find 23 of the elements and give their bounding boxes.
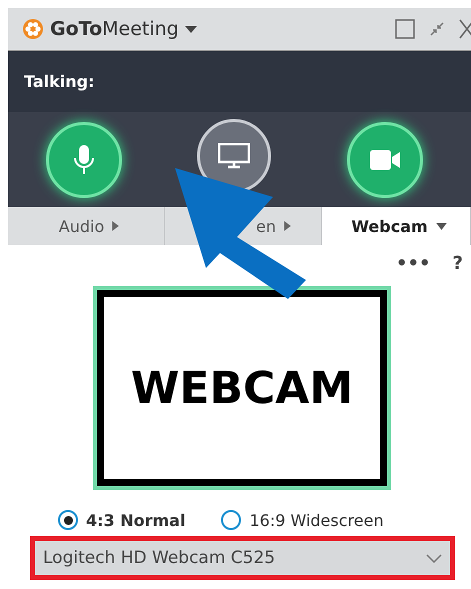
- caret-right-icon: [284, 221, 291, 231]
- microphone-icon: [72, 144, 95, 176]
- microphone-button[interactable]: [46, 122, 122, 198]
- logo-icon: [22, 18, 44, 40]
- help-button[interactable]: ?: [452, 252, 463, 274]
- close-icon[interactable]: [459, 19, 471, 39]
- maximize-icon[interactable]: [395, 19, 415, 39]
- caret-icon[interactable]: [184, 26, 197, 32]
- tab[interactable]: Audio: [8, 207, 165, 245]
- more-button[interactable]: •••: [396, 252, 431, 274]
- device-dropdown[interactable]: Logitech HD Webcam C525: [35, 541, 450, 575]
- caret-down-icon: [436, 222, 447, 230]
- talking-label: Talking:: [24, 72, 94, 91]
- aspect-option[interactable]: 4:3 Normal: [58, 510, 186, 530]
- window-title[interactable]: GoToMeeting: [50, 18, 179, 40]
- caret-right-icon: [112, 221, 120, 231]
- chevron-down-icon: [426, 554, 442, 562]
- preview-text: WEBCAM: [130, 362, 354, 414]
- aspect-option[interactable]: 16:9 Widescreen: [221, 510, 384, 530]
- webcam-button[interactable]: [347, 122, 424, 198]
- monitor-icon: [218, 142, 250, 168]
- collapse-icon[interactable]: [429, 21, 445, 37]
- video-camera-icon: [369, 148, 402, 170]
